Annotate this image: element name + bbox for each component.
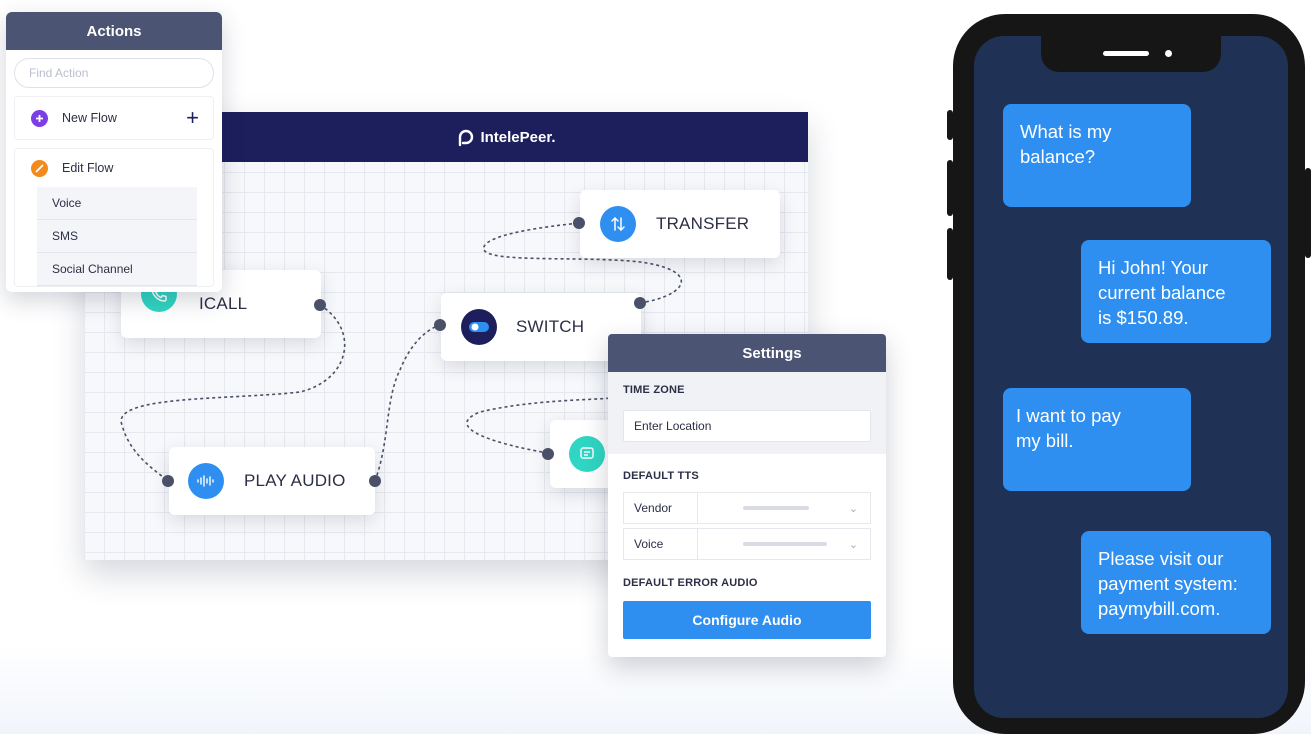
vendor-value-placeholder	[743, 506, 809, 510]
node-switch-output-port[interactable]	[634, 297, 646, 309]
actions-title: Actions	[6, 12, 222, 50]
voice-label: Voice	[624, 529, 698, 559]
plus-circle-icon	[31, 109, 48, 127]
phone-notch	[1041, 36, 1221, 72]
speaker-icon	[1103, 51, 1149, 56]
audio-wave-icon	[188, 463, 224, 499]
phone-volume-button	[947, 228, 953, 280]
node-transfer-label: TRANSFER	[656, 214, 750, 233]
actions-panel: Actions New Flow + Edit Flow Voice SMS S…	[6, 12, 222, 292]
vendor-label: Vendor	[624, 493, 698, 523]
edit-flow-label: Edit Flow	[62, 161, 114, 175]
node-icall-output-port[interactable]	[314, 299, 326, 311]
node-icall-label: ICALL	[199, 294, 248, 313]
new-flow-label: New Flow	[62, 111, 117, 125]
node-play-audio-input-port[interactable]	[162, 475, 174, 487]
chat-message-bot: Please visit our payment system: paymybi…	[1081, 531, 1271, 634]
message-icon	[569, 436, 605, 472]
node-transfer[interactable]: TRANSFER	[580, 190, 780, 258]
voice-value-placeholder	[743, 542, 827, 546]
new-flow-item[interactable]: New Flow +	[14, 96, 214, 140]
configure-audio-button[interactable]: Configure Audio	[623, 601, 871, 639]
brand-logo: IntelePeer.	[456, 127, 556, 147]
node-switch-input-port[interactable]	[434, 319, 446, 331]
time-zone-label: TIME ZONE	[623, 384, 685, 396]
vendor-select[interactable]: Vendor ⌄	[623, 492, 871, 524]
flow-item-social-channel[interactable]: Social Channel	[37, 253, 197, 286]
chevron-down-icon: ⌄	[848, 502, 858, 515]
voice-select[interactable]: Voice ⌄	[623, 528, 871, 560]
node-play-audio-label: PLAY AUDIO	[244, 471, 346, 490]
chevron-down-icon: ⌄	[848, 538, 858, 551]
phone-screen: What is my balance? Hi John! Your curren…	[974, 36, 1288, 718]
phone-power-button	[1305, 168, 1311, 258]
phone-volume-button	[947, 160, 953, 216]
pencil-icon	[31, 159, 48, 177]
default-tts-label: DEFAULT TTS	[623, 470, 699, 482]
node-message-input-port[interactable]	[542, 448, 554, 460]
find-action-input[interactable]	[14, 58, 214, 88]
edit-flow-item[interactable]: Edit Flow	[15, 149, 213, 187]
flow-item-sms[interactable]: SMS	[37, 220, 197, 253]
edit-flow-group: Edit Flow Voice SMS Social Channel	[14, 148, 214, 287]
phone-frame: What is my balance? Hi John! Your curren…	[953, 14, 1305, 734]
toggle-icon	[461, 309, 497, 345]
chat-message-user: What is my balance?	[1003, 104, 1191, 207]
location-input[interactable]	[623, 410, 871, 442]
node-transfer-input-port[interactable]	[573, 217, 585, 229]
camera-icon	[1165, 50, 1172, 57]
intelepeer-logo-icon	[459, 129, 474, 147]
chat-message-bot: Hi John! Your current balance is $150.89…	[1081, 240, 1271, 343]
brand-name: IntelePeer.	[480, 128, 556, 146]
flow-item-voice[interactable]: Voice	[37, 187, 197, 220]
chat-message-user: I want to pay my bill.	[1003, 388, 1191, 491]
default-error-audio-label: DEFAULT ERROR AUDIO	[623, 577, 758, 589]
node-play-audio-output-port[interactable]	[369, 475, 381, 487]
node-play-audio[interactable]: PLAY AUDIO	[169, 447, 375, 515]
default-tts-section: DEFAULT TTS Vendor ⌄ Voice ⌄	[608, 454, 886, 560]
settings-title: Settings	[608, 334, 886, 372]
time-zone-section: TIME ZONE	[608, 372, 886, 454]
phone-volume-button	[947, 110, 953, 140]
transfer-arrows-icon	[600, 206, 636, 242]
settings-panel: Settings TIME ZONE DEFAULT TTS Vendor ⌄ …	[608, 334, 886, 657]
node-switch-label: SWITCH	[516, 317, 585, 336]
add-flow-button[interactable]: +	[186, 107, 199, 129]
